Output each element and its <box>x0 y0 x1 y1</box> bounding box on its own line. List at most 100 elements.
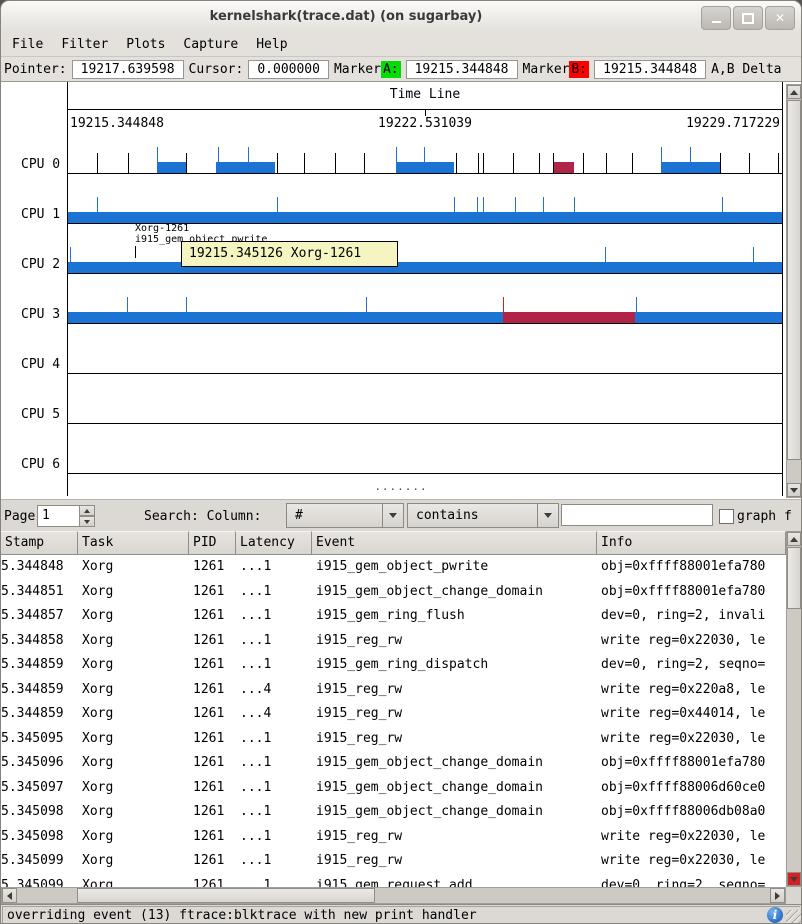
close-icon: ✕ <box>775 11 785 25</box>
column-select-value: # <box>295 508 303 523</box>
table-row[interactable]: 5.344857Xorg1261...1i915_gem_ring_flushd… <box>1 604 786 629</box>
table-row[interactable]: 5.344859Xorg1261...4i915_reg_rwwrite reg… <box>1 678 786 703</box>
column-header-latency[interactable]: Latency <box>236 531 312 555</box>
page-spin-up-button[interactable] <box>79 505 95 516</box>
table-scrollbar-thumb[interactable] <box>787 547 801 609</box>
resize-grip-icon[interactable] <box>786 910 801 924</box>
table-row[interactable]: 5.345099Xorg1261...1i915_gem_request_add… <box>1 874 786 888</box>
column-header-task[interactable]: Task <box>78 531 189 555</box>
event-tick <box>753 247 754 262</box>
table-cell: i915_gem_object_change_domain <box>312 776 597 801</box>
event-tick <box>513 153 514 173</box>
table-cell: 5.344859 <box>1 678 78 703</box>
table-scroll-right-button[interactable] <box>770 888 785 903</box>
table-row[interactable]: 5.345099Xorg1261...1i915_reg_rwwrite reg… <box>1 849 786 874</box>
event-tick <box>483 153 484 173</box>
event-tick <box>364 153 365 173</box>
cpu-plot-row[interactable] <box>68 196 782 224</box>
cpu-plot-row[interactable] <box>68 346 782 374</box>
table-cell: 1261 <box>189 727 236 752</box>
table-row[interactable]: 5.345097Xorg1261...1i915_gem_object_chan… <box>1 776 786 801</box>
event-tick <box>477 197 478 212</box>
arrow-right-icon <box>775 892 780 900</box>
column-header-event[interactable]: Event <box>312 531 597 555</box>
minimize-button[interactable] <box>701 6 731 30</box>
table-row[interactable]: 5.345095Xorg1261...1i915_reg_rwwrite reg… <box>1 727 786 752</box>
ab-delta-label: A,B Delta <box>711 62 781 77</box>
table-row[interactable]: 5.344859Xorg1261...4i915_reg_rwwrite reg… <box>1 702 786 727</box>
arrow-down-icon <box>790 877 798 882</box>
event-tick <box>503 297 504 312</box>
table-cell: 1261 <box>189 580 236 605</box>
timeline-graph[interactable]: CPU 0CPU 1CPU 2CPU 3CPU 4CPU 5CPU 6 Time… <box>1 82 801 499</box>
table-row[interactable]: 5.344848Xorg1261...1i915_gem_object_pwri… <box>1 555 786 580</box>
table-cell: obj=0xffff88001efa780 <box>597 751 786 776</box>
plot-area[interactable]: Time Line 19215.344848 19222.531039 1922… <box>67 82 783 496</box>
cpu-label: CPU 3 <box>21 307 63 321</box>
maximize-button[interactable] <box>733 6 763 30</box>
graph-vertical-scrollbar[interactable] <box>786 84 802 498</box>
table-row[interactable]: 5.344859Xorg1261...1i915_gem_ring_dispat… <box>1 653 786 678</box>
cpu-plot-row[interactable] <box>68 146 782 174</box>
event-tick <box>553 153 554 173</box>
event-tick <box>574 197 575 212</box>
table-cell: 1261 <box>189 604 236 629</box>
page-spin-down-button[interactable] <box>79 516 95 527</box>
table-scroll-left-button[interactable] <box>2 888 17 903</box>
column-header-info[interactable]: Info <box>597 531 786 555</box>
table-row[interactable]: 5.345098Xorg1261...1i915_reg_rwwrite reg… <box>1 825 786 850</box>
table-cell: i915_gem_object_pwrite <box>312 555 597 580</box>
info-icon[interactable]: i <box>767 907 783 923</box>
table-cell: 5.344848 <box>1 555 78 580</box>
time-tick-label-right: 19229.717229 <box>686 116 780 131</box>
table-row[interactable]: 5.344858Xorg1261...1i915_reg_rwwrite reg… <box>1 629 786 654</box>
table-row[interactable]: 5.345096Xorg1261...1i915_gem_object_chan… <box>1 751 786 776</box>
table-cell: 5.345095 <box>1 727 78 752</box>
graph-follows-checkbox[interactable] <box>719 509 734 524</box>
cpu-plot-row[interactable] <box>68 246 782 274</box>
task-bar <box>68 212 782 223</box>
table-cell: ...4 <box>236 702 312 727</box>
table-row[interactable]: 5.345098Xorg1261...1i915_gem_object_chan… <box>1 800 786 825</box>
menu-item-capture[interactable]: Capture <box>174 35 247 54</box>
search-input[interactable] <box>561 504 713 526</box>
column-select[interactable]: # <box>286 503 404 528</box>
table-scroll-down-button[interactable] <box>787 872 801 886</box>
table-vertical-scrollbar[interactable] <box>786 531 802 887</box>
event-tick <box>661 147 662 162</box>
table-row[interactable]: 5.344851Xorg1261...1i915_gem_object_chan… <box>1 580 786 605</box>
horizontal-scrollbar-thumb[interactable] <box>77 888 375 903</box>
close-button[interactable]: ✕ <box>765 6 795 30</box>
arrow-up-icon <box>84 509 90 513</box>
menu-item-file[interactable]: File <box>3 35 52 54</box>
minimize-icon <box>712 21 721 23</box>
graph-scroll-down-button[interactable] <box>787 483 801 497</box>
cpu-plot-row[interactable] <box>68 296 782 324</box>
cpu-plot-row[interactable] <box>68 446 782 474</box>
event-tick <box>277 197 278 212</box>
table-cell: write reg=0x220a8, le <box>597 678 786 703</box>
pane-splitter-handle[interactable]: ······· <box>1 485 801 495</box>
table-horizontal-scrollbar[interactable] <box>1 887 786 904</box>
menu-item-help[interactable]: Help <box>247 35 296 54</box>
table-cell: i915_gem_request_add <box>312 874 597 888</box>
titlebar[interactable]: kernelshark(trace.dat) (on sugarbay) ✕ <box>1 1 801 34</box>
page-label: Page <box>4 509 35 524</box>
table-scroll-up-button[interactable] <box>787 532 801 546</box>
menu-item-filter[interactable]: Filter <box>52 35 117 54</box>
cpu-plot-row[interactable] <box>68 396 782 424</box>
match-type-select[interactable]: contains <box>407 503 559 528</box>
event-tick <box>396 147 397 162</box>
event-tick <box>483 197 484 212</box>
graph-scroll-up-button[interactable] <box>787 85 801 99</box>
column-header-pid[interactable]: PID <box>189 531 236 555</box>
graph-scrollbar-thumb[interactable] <box>787 100 801 460</box>
table-cell: i915_gem_ring_flush <box>312 604 597 629</box>
column-header-stamp[interactable]: Stamp <box>1 531 78 555</box>
table-cell: ...1 <box>236 580 312 605</box>
task-bar <box>396 162 455 173</box>
menu-item-plots[interactable]: Plots <box>117 35 174 54</box>
arrow-up-icon <box>790 537 798 542</box>
page-spinbox[interactable]: 1 <box>37 505 81 527</box>
table-cell: 5.345098 <box>1 800 78 825</box>
